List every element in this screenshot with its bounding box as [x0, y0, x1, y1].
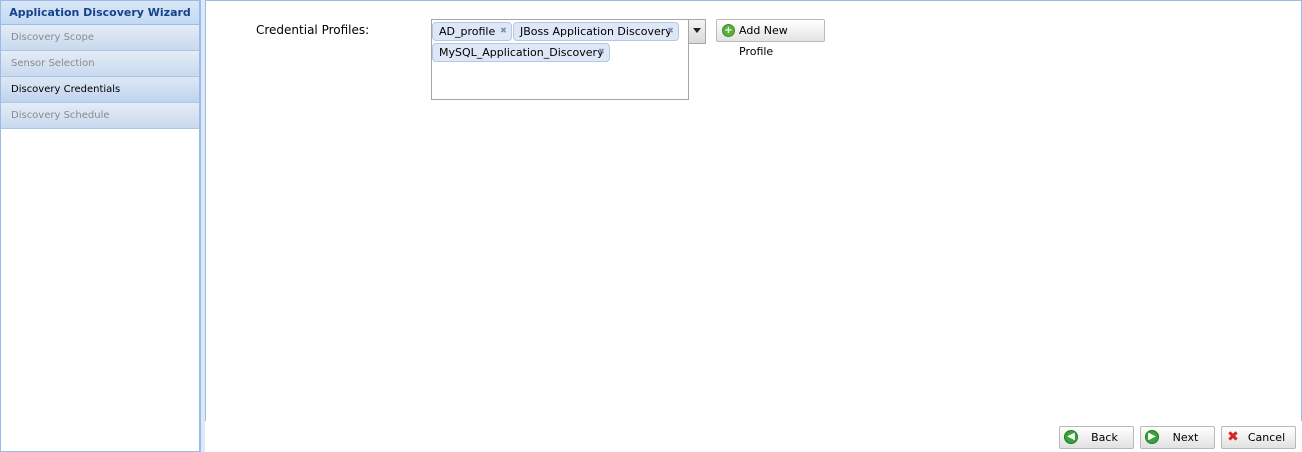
- wizard-sidebar: Application Discovery Wizard Discovery S…: [0, 0, 200, 452]
- profile-tag-label: AD_profile: [439, 25, 496, 38]
- profile-tag: AD_profile ✖: [432, 22, 512, 41]
- wizard-footer: ◀ Back ▶ Next ✖ Cancel: [205, 421, 1302, 452]
- add-new-profile-button[interactable]: + Add New Profile: [716, 19, 825, 58]
- step-discovery-credentials[interactable]: Discovery Credentials: [1, 77, 199, 103]
- profile-tag-label: JBoss Application Discovery: [520, 25, 672, 38]
- chevron-down-icon: [693, 28, 701, 33]
- add-new-profile-label: Add New Profile: [739, 24, 788, 58]
- credential-profiles-multiselect[interactable]: AD_profile ✖ JBoss Application Discovery…: [431, 19, 689, 100]
- close-icon[interactable]: ✖: [598, 48, 605, 56]
- next-button[interactable]: ▶ Next: [1140, 426, 1215, 449]
- cancel-button[interactable]: ✖ Cancel: [1221, 426, 1296, 449]
- next-button-label: Next: [1172, 431, 1199, 444]
- wizard-title: Application Discovery Wizard: [1, 1, 199, 25]
- cancel-button-label: Cancel: [1247, 431, 1286, 444]
- step-sensor-selection[interactable]: Sensor Selection: [1, 51, 199, 77]
- profile-tag: MySQL_Application_Discovery ✖: [432, 43, 610, 62]
- plus-circle-icon: +: [722, 24, 735, 37]
- close-icon[interactable]: ✖: [500, 27, 507, 35]
- wizard-content-panel: Credential Profiles: AD_profile ✖ JBoss …: [205, 0, 1302, 422]
- profile-tag: JBoss Application Discovery ✖: [513, 22, 679, 41]
- profile-tag-label: MySQL_Application_Discovery: [439, 46, 604, 59]
- back-button-label: Back: [1091, 431, 1118, 444]
- profiles-dropdown-trigger[interactable]: [688, 19, 706, 44]
- close-icon[interactable]: ✖: [667, 27, 674, 35]
- back-button[interactable]: ◀ Back: [1059, 426, 1134, 449]
- step-discovery-scope[interactable]: Discovery Scope: [1, 25, 199, 51]
- step-discovery-schedule[interactable]: Discovery Schedule: [1, 103, 199, 129]
- credential-profiles-label: Credential Profiles:: [256, 23, 370, 37]
